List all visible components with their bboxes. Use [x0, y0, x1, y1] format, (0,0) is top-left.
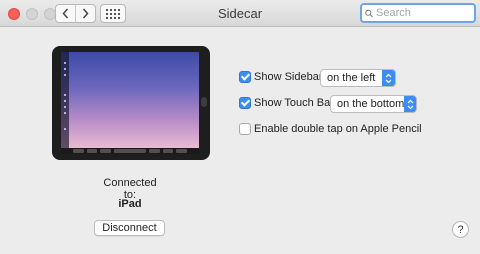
- title-bar: Sidecar: [0, 0, 480, 27]
- sidebar-position-popup[interactable]: on the left: [320, 69, 396, 87]
- chevron-left-icon: [62, 8, 69, 19]
- forward-button[interactable]: [75, 5, 95, 22]
- back-button[interactable]: [56, 5, 75, 22]
- sidebar-preview: [61, 52, 69, 148]
- show-sidebar-label: Show Sidebar: [254, 71, 323, 83]
- popup-arrows-icon: [382, 70, 395, 86]
- help-button[interactable]: ?: [452, 221, 469, 238]
- close-window-button[interactable]: [8, 8, 20, 20]
- show-touch-bar-row: Show Touch Bar: [239, 97, 334, 109]
- device-name: iPad: [118, 198, 142, 210]
- ipad-preview-image: [52, 46, 210, 160]
- double-tap-label: Enable double tap on Apple Pencil: [254, 123, 422, 135]
- show-all-preferences-button[interactable]: [100, 4, 126, 23]
- search-field[interactable]: [360, 3, 476, 23]
- search-input[interactable]: [376, 7, 474, 19]
- show-touch-bar-checkbox[interactable]: [239, 97, 251, 109]
- disconnect-button[interactable]: Disconnect: [94, 220, 165, 236]
- touch-bar-position-popup[interactable]: on the bottom: [330, 95, 417, 113]
- show-touch-bar-label: Show Touch Bar: [254, 97, 334, 109]
- search-icon: [365, 9, 373, 17]
- minimize-window-button[interactable]: [26, 8, 38, 20]
- touch-bar-preview: [61, 148, 199, 154]
- window-title: Sidecar: [217, 6, 263, 21]
- chevron-right-icon: [82, 8, 89, 19]
- double-tap-checkbox[interactable]: [239, 123, 251, 135]
- sidebar-position-value: on the left: [327, 72, 376, 84]
- navigation-buttons: [55, 4, 96, 23]
- grid-icon: [106, 8, 120, 19]
- double-tap-row: Enable double tap on Apple Pencil: [239, 123, 422, 135]
- popup-arrows-icon: [404, 96, 416, 112]
- ipad-screen: [61, 52, 199, 154]
- show-sidebar-row: Show Sidebar: [239, 71, 323, 83]
- touch-bar-position-value: on the bottom: [337, 98, 405, 110]
- show-sidebar-checkbox[interactable]: [239, 71, 251, 83]
- home-button: [201, 97, 207, 107]
